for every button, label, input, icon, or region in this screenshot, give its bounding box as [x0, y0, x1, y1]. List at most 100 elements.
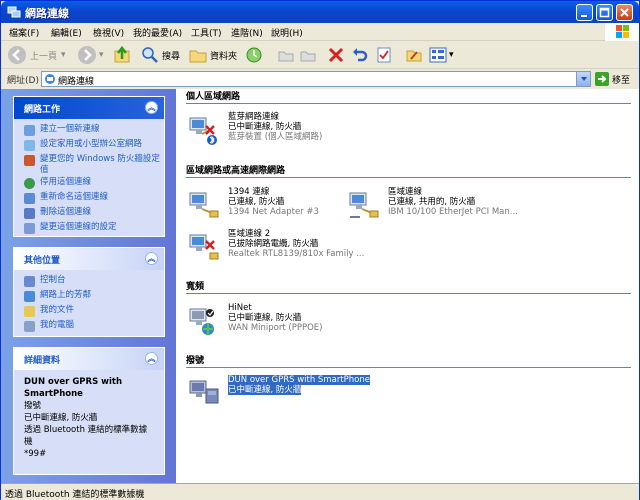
panel-header[interactable]: 網路工作 ︽	[14, 97, 164, 119]
details-number: *99#	[24, 449, 47, 459]
folder-icon	[189, 50, 207, 63]
dialup-connection-icon	[189, 380, 219, 404]
task-change-settings[interactable]: 變更這個連線的設定	[24, 222, 164, 236]
refresh-icon	[246, 47, 262, 63]
panel-header[interactable]: 詳細資料 ︽	[14, 348, 164, 370]
details-status: 已中斷連線, 防火牆	[24, 413, 98, 423]
forward-button[interactable]: ▾	[77, 44, 104, 66]
menu-tools[interactable]: 工具(T)	[191, 26, 222, 39]
settings-icon	[24, 223, 35, 234]
details-name: DUN over GPRS with SmartPhone	[24, 377, 123, 399]
group-header-broadband: 寬頻	[186, 279, 631, 294]
views-button[interactable]: ▾	[429, 44, 454, 66]
maximize-button[interactable]	[596, 4, 613, 21]
network-places-icon	[24, 291, 35, 302]
back-button[interactable]: 上一頁 ▾	[7, 44, 66, 66]
properties-icon	[377, 47, 391, 63]
disable-icon	[24, 178, 35, 189]
details-type: 撥號	[24, 401, 42, 411]
delete-icon	[24, 208, 35, 219]
group-header-personal: 個人區域網路	[186, 89, 631, 104]
menu-edit[interactable]: 編輯(E)	[51, 26, 82, 39]
menu-file[interactable]: 檔案(F)	[9, 26, 39, 39]
task-delete-connection[interactable]: 刪除這個連線	[24, 207, 164, 221]
close-button[interactable]	[616, 4, 633, 21]
connections-list: 個人區域網路 藍芽網路連線 已中斷連線, 防火牆 藍芽裝置 (個人區域網路) 區域網…	[176, 89, 639, 483]
task-firewall-settings[interactable]: 變更您的 Windows 防火牆設定值	[24, 154, 164, 176]
up-folder-icon	[114, 45, 130, 63]
title-bar[interactable]: 網路連線	[1, 1, 639, 23]
connection-lan[interactable]: 區域連線 已連線, 共用的, 防火牆 IBM 10/100 EtherJet PCI…	[348, 187, 568, 223]
broadband-connection-icon	[189, 308, 214, 335]
windows-logo-icon	[605, 23, 639, 41]
new-connection-icon	[24, 125, 35, 136]
task-disable-connection[interactable]: 停用這個連線	[24, 177, 164, 191]
place-network-places[interactable]: 網路上的芳鄰	[24, 290, 164, 304]
explorer-window: 網路連線 檔案(F) 編輯(E) 檢視(V) 我的最愛(A) 工具(T) 進階(…	[0, 0, 640, 500]
task-create-connection[interactable]: 建立一個新連線	[24, 124, 164, 138]
chevron-down-icon: ▾	[449, 50, 454, 60]
group-header-lan: 區域網路或高速網際網路	[186, 163, 631, 178]
task-home-network[interactable]: 設定家用或小型辦公室網路	[24, 139, 164, 153]
network-connections-icon	[7, 6, 21, 18]
delete-x-icon	[328, 47, 344, 63]
my-documents-icon	[24, 306, 35, 317]
details-panel: 詳細資料 ︽ DUN over GPRS with SmartPhone 撥號 已…	[13, 347, 165, 475]
chevron-down-icon: ▾	[99, 50, 104, 60]
connection-dun-gprs[interactable]: DUN over GPRS with SmartPhone 已中斷連線, 防火牆	[188, 375, 408, 411]
address-bar: 網址(D) 網路連線 移至	[1, 70, 639, 88]
connection-bluetooth[interactable]: 藍芽網路連線 已中斷連線, 防火牆 藍芽裝置 (個人區域網路)	[188, 112, 408, 148]
collapse-chevron-icon[interactable]: ︽	[145, 101, 158, 114]
go-arrow-icon[interactable]	[595, 72, 609, 86]
views-icon	[429, 47, 447, 63]
history-button[interactable]	[245, 44, 263, 66]
undo-icon	[353, 48, 368, 62]
up-folder-button[interactable]	[113, 44, 133, 66]
chevron-down-icon: ▾	[61, 50, 66, 60]
properties-button[interactable]	[375, 44, 393, 66]
search-icon	[142, 47, 158, 63]
network-connection-icon	[189, 192, 219, 218]
place-my-computer[interactable]: 我的電腦	[24, 320, 164, 334]
address-dropdown-button[interactable]	[576, 72, 590, 86]
connection-lan-2[interactable]: 區域連線 2 已拔除網路電纜, 防火牆 Realtek RTL8139/810x F…	[188, 229, 408, 265]
shared-network-icon	[349, 192, 379, 218]
folder-options-icon	[406, 50, 422, 62]
my-computer-icon	[24, 321, 35, 332]
back-arrow-icon	[8, 46, 26, 64]
status-bar: 透過 Bluetooth 連結的標準數據機	[1, 483, 639, 500]
menu-view[interactable]: 檢視(V)	[93, 26, 124, 39]
delete-button[interactable]	[327, 44, 345, 66]
folders-button[interactable]: 資料夾	[189, 44, 237, 66]
copy-to-button[interactable]	[299, 44, 317, 66]
task-rename-connection[interactable]: 重新命名這個連線	[24, 192, 164, 206]
place-control-panel[interactable]: 控制台	[24, 275, 164, 289]
connection-hinet[interactable]: HiNet 已中斷連線, 防火牆 WAN Miniport (PPPOE)	[188, 303, 408, 339]
other-places-panel: 其他位置 ︽ 控制台 網路上的芳鄰 我的文件 我的電腦	[13, 247, 165, 337]
folder-options-button[interactable]	[405, 44, 423, 66]
details-device: 透過 Bluetooth 連結的標準數據機	[24, 425, 148, 447]
place-my-documents[interactable]: 我的文件	[24, 305, 164, 319]
address-input[interactable]: 網路連線	[41, 71, 591, 87]
menu-advanced[interactable]: 進階(N)	[231, 26, 263, 39]
window-title: 網路連線	[25, 7, 69, 20]
go-button[interactable]: 移至	[612, 73, 630, 86]
undo-button[interactable]	[351, 44, 369, 66]
toolbar: 上一頁 ▾ ▾ 搜尋 資料夾 ▾	[1, 41, 639, 69]
collapse-chevron-icon[interactable]: ︽	[145, 252, 158, 265]
disconnected-network-icon	[189, 234, 219, 260]
move-to-folder-icon	[278, 51, 294, 62]
copy-to-folder-icon	[300, 51, 316, 62]
menu-favorites[interactable]: 我的最愛(A)	[133, 26, 182, 39]
forward-arrow-icon	[78, 46, 96, 64]
panel-header[interactable]: 其他位置 ︽	[14, 248, 164, 270]
network-tasks-panel: 網路工作 ︽ 建立一個新連線 設定家用或小型辦公室網路 變更您的 Windows …	[13, 96, 165, 237]
collapse-chevron-icon[interactable]: ︽	[145, 352, 158, 365]
home-network-icon	[24, 140, 35, 151]
menu-help[interactable]: 說明(H)	[271, 26, 303, 39]
search-button[interactable]: 搜尋	[141, 44, 180, 66]
move-to-button[interactable]	[277, 44, 295, 66]
group-header-dialup: 撥號	[186, 353, 631, 368]
menu-bar: 檔案(F) 編輯(E) 檢視(V) 我的最愛(A) 工具(T) 進階(N) 說明…	[1, 23, 639, 41]
minimize-button[interactable]	[576, 4, 593, 21]
